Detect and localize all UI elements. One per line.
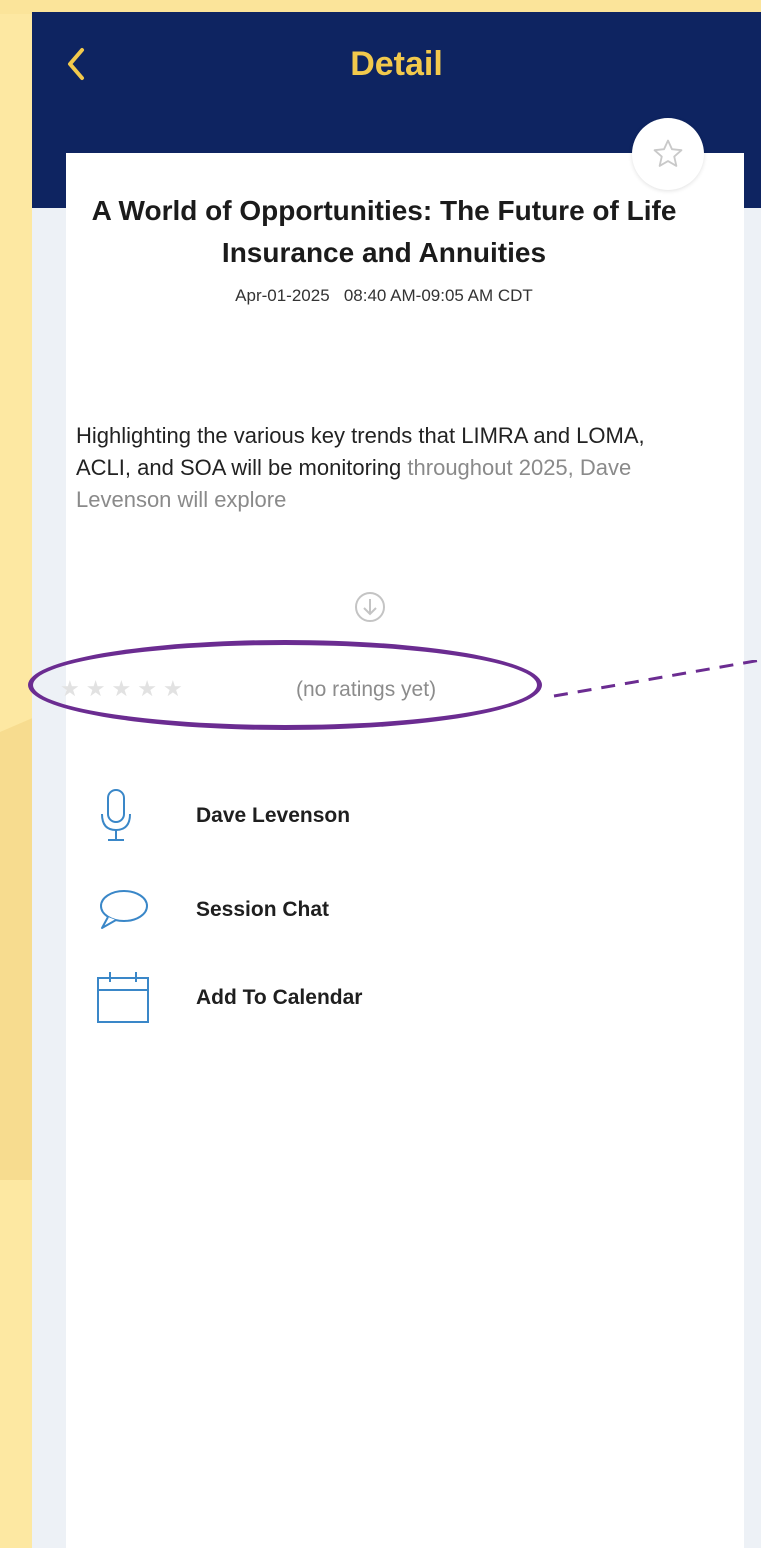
favorite-button[interactable] <box>632 118 704 190</box>
annotation-dashed-line <box>553 660 761 698</box>
session-chat-item[interactable]: Session Chat <box>96 880 656 940</box>
speaker-item[interactable]: Dave Levenson <box>96 786 656 846</box>
microphone-icon <box>96 786 152 846</box>
session-card <box>66 153 744 1548</box>
star-outline-icon <box>653 139 683 167</box>
add-to-calendar-label: Add To Calendar <box>196 986 363 1009</box>
session-date: Apr-01-2025 <box>235 286 330 305</box>
highlight-annotation <box>28 640 542 730</box>
session-time: 08:40 AM-09:05 AM CDT <box>343 286 533 305</box>
expand-description-button[interactable] <box>353 590 387 624</box>
speaker-name: Dave Levenson <box>196 804 351 827</box>
circle-arrow-down-icon <box>355 592 385 622</box>
session-description: Highlighting the various key trends that… <box>76 420 696 516</box>
session-chat-label: Session Chat <box>196 898 330 921</box>
page-title: Detail <box>350 45 443 83</box>
calendar-icon <box>96 968 152 1028</box>
add-to-calendar-item[interactable]: Add To Calendar <box>96 968 656 1028</box>
chat-bubble-icon <box>96 880 152 940</box>
session-datetime: Apr-01-2025 08:40 AM-09:05 AM CDT <box>54 284 714 308</box>
session-title: A World of Opportunities: The Future of … <box>91 195 677 268</box>
